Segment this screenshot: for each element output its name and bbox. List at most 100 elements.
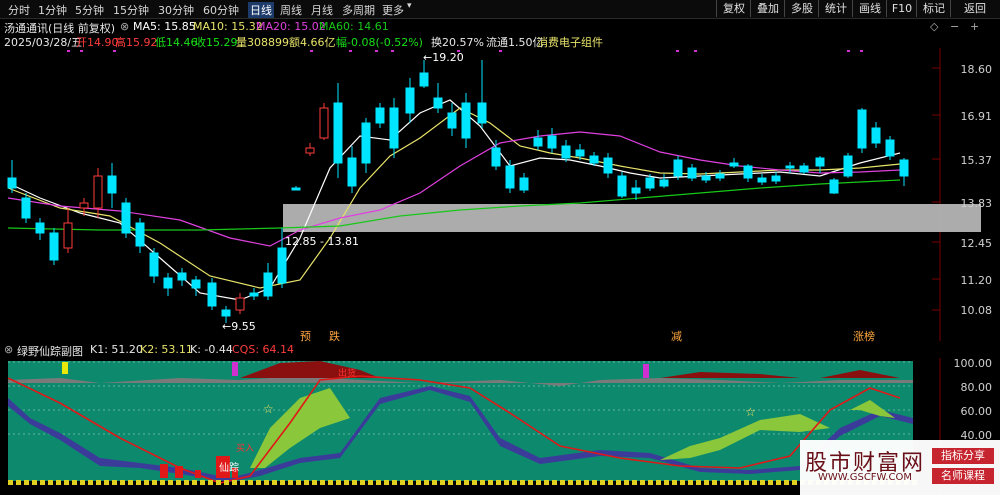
tab-daily[interactable]: 日线 [248,2,274,18]
strip-mark [656,480,661,485]
candle-body [121,202,131,234]
strip-mark [584,480,589,485]
strip-mark [360,480,365,485]
tab-monthly[interactable]: 月线 [311,2,333,18]
tab-1min[interactable]: 1分钟 [38,2,67,18]
strip-mark [392,480,397,485]
strip-mark [736,480,741,485]
ma-line [7,107,901,289]
strip-mark [512,480,517,485]
strip-mark [200,480,205,485]
strip-mark [384,480,389,485]
chevron-down-icon[interactable]: ▾ [407,1,412,11]
restore-rights-button[interactable]: 复权 [716,0,751,17]
strip-mark [400,480,405,485]
draw-line-button[interactable]: 画线 [852,0,887,17]
tab-30min[interactable]: 30分钟 [158,2,194,18]
strip-mark [280,480,285,485]
f10-button[interactable]: F10 [886,0,917,17]
indicator-axis-label: 80.00 [960,381,993,394]
ma10-label: MA10: 15.32 [193,20,263,33]
strip-mark [24,480,29,485]
strip-mark [496,480,501,485]
strip-mark [616,480,621,485]
settings-icon[interactable]: ⊗ [4,343,13,356]
strip-mark [48,480,53,485]
candle-body [477,102,487,124]
plus-icon[interactable]: + [970,20,979,33]
tab-15min[interactable]: 15分钟 [113,2,149,18]
strip-mark [456,480,461,485]
return-button[interactable]: 返回 [950,0,999,17]
strip-mark [536,480,541,485]
tab-60min[interactable]: 60分钟 [203,2,239,18]
strip-mark [416,480,421,485]
pillar-marker [643,364,649,378]
candles [7,60,909,323]
signal-dot [860,50,863,52]
strip-mark [672,480,677,485]
tab-weekly[interactable]: 周线 [280,2,302,18]
candle-body [361,122,371,164]
price-axis-label: 18.60 [960,63,993,76]
strip-mark [520,480,525,485]
strip-mark [328,480,333,485]
strip-mark [544,480,549,485]
strip-mark [664,480,669,485]
indicator-axis-label: 100.00 [953,357,993,370]
strip-mark [56,480,61,485]
candle-body [79,202,89,209]
strip-mark [8,480,13,485]
candle-body [177,272,187,281]
candle-body [871,127,881,144]
watermark-url: WWW.GSCFW.COM [818,472,912,483]
diamond-icon[interactable]: ◇ [930,20,938,33]
signal-marker: 涨榜 [853,330,875,343]
strip-mark [504,480,509,485]
signal-dot [676,50,679,52]
candle-body [263,272,273,297]
tab-multi-period[interactable]: 多周期 [342,2,375,18]
candle-body [433,97,443,109]
candlestick-chart[interactable] [0,48,1000,341]
strip-mark [424,480,429,485]
signal-dot [67,50,70,52]
ma-line [7,99,901,301]
signal-marker: 减 [671,330,682,343]
candle-body [631,187,641,194]
strip-mark [224,480,229,485]
price-axis-label: 13.83 [960,197,993,210]
candle-body [93,175,103,209]
overlay-button[interactable]: 叠加 [750,0,785,17]
signal-marker: 跌 [329,330,340,343]
candle-body [305,147,315,154]
candle-body [63,222,73,249]
statistics-button[interactable]: 统计 [818,0,853,17]
tab-more[interactable]: 更多 [382,2,404,18]
tab-5min[interactable]: 5分钟 [75,2,104,18]
candle-body [21,197,31,219]
multi-stock-button[interactable]: 多股 [784,0,819,17]
strip-mark [312,480,317,485]
settings-icon[interactable]: ⊗ [120,20,129,33]
price-grid [932,67,940,311]
strip-mark [680,480,685,485]
candle-body [561,145,571,159]
strip-mark [160,480,165,485]
candle-body [687,167,697,179]
price-axis-label: 11.20 [960,274,993,287]
strip-mark [88,480,93,485]
tab-intraday[interactable]: 分时 [8,2,30,18]
strip-mark [208,480,213,485]
minus-icon[interactable]: − [950,20,959,33]
strip-mark [600,480,605,485]
strip-mark [96,480,101,485]
strip-mark [352,480,357,485]
candle-body [163,277,173,289]
price-axis-label: 16.91 [960,110,993,123]
candle-body [149,252,159,277]
strip-mark [72,480,77,485]
strip-mark [120,480,125,485]
mark-button[interactable]: 标记 [916,0,951,17]
strip-mark [464,480,469,485]
